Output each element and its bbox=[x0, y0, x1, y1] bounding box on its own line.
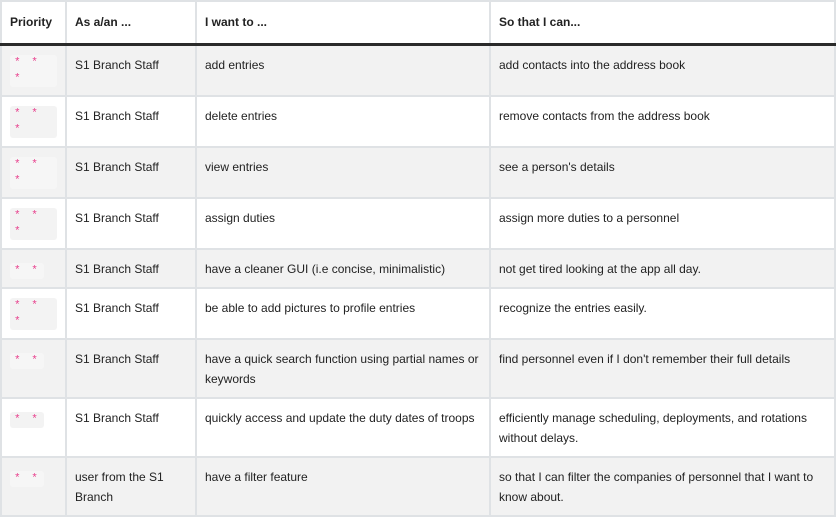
role-cell: S1 Branch Staff bbox=[65, 43, 197, 97]
benefit-cell: see a person's details bbox=[489, 146, 836, 199]
user-stories-table: Priority As a/an ... I want to ... So th… bbox=[0, 0, 836, 517]
benefit-cell: add contacts into the address book bbox=[489, 43, 836, 97]
header-priority: Priority bbox=[0, 0, 67, 46]
want-cell: be able to add pictures to profile entri… bbox=[195, 287, 491, 340]
priority-badge: * * bbox=[10, 263, 44, 279]
want-cell: have a cleaner GUI (i.e concise, minimal… bbox=[195, 248, 491, 289]
table-row: * * S1 Branch Staff quickly access and upd… bbox=[0, 397, 836, 458]
table-row: * * user from the S1 Branch have a filter … bbox=[0, 456, 836, 517]
want-cell: quickly access and update the duty dates… bbox=[195, 397, 491, 458]
table-row: * * S1 Branch Staff have a quick search fu… bbox=[0, 338, 836, 399]
role-cell: user from the S1 Branch bbox=[65, 456, 197, 517]
table-row: * * * S1 Branch Staff assign duties assign … bbox=[0, 197, 836, 250]
header-want: I want to ... bbox=[195, 0, 491, 46]
priority-badge: * * * bbox=[10, 157, 57, 189]
priority-badge: * * * bbox=[10, 208, 57, 240]
priority-cell: * * * bbox=[0, 146, 67, 199]
role-cell: S1 Branch Staff bbox=[65, 248, 197, 289]
want-cell: have a quick search function using parti… bbox=[195, 338, 491, 399]
priority-cell: * * * bbox=[0, 287, 67, 340]
benefit-cell: efficiently manage scheduling, deploymen… bbox=[489, 397, 836, 458]
priority-cell: * * * bbox=[0, 43, 67, 97]
want-cell: delete entries bbox=[195, 95, 491, 148]
benefit-cell: not get tired looking at the app all day… bbox=[489, 248, 836, 289]
priority-cell: * * * bbox=[0, 197, 67, 250]
table-row: * * * S1 Branch Staff view entries see a pe… bbox=[0, 146, 836, 199]
want-cell: have a filter feature bbox=[195, 456, 491, 517]
priority-badge: * * bbox=[10, 471, 44, 487]
priority-cell: * * bbox=[0, 456, 67, 517]
priority-cell: * * bbox=[0, 397, 67, 458]
header-role: As a/an ... bbox=[65, 0, 197, 46]
header-benefit: So that I can... bbox=[489, 0, 836, 46]
role-cell: S1 Branch Staff bbox=[65, 338, 197, 399]
priority-badge: * * * bbox=[10, 106, 57, 138]
table-row: * * * S1 Branch Staff add entries add conta… bbox=[0, 43, 836, 97]
role-cell: S1 Branch Staff bbox=[65, 146, 197, 199]
role-cell: S1 Branch Staff bbox=[65, 397, 197, 458]
benefit-cell: assign more duties to a personnel bbox=[489, 197, 836, 250]
priority-cell: * * bbox=[0, 338, 67, 399]
table-row: * * * S1 Branch Staff delete entries remove… bbox=[0, 95, 836, 148]
want-cell: add entries bbox=[195, 43, 491, 97]
table-header-row: Priority As a/an ... I want to ... So th… bbox=[0, 0, 836, 46]
priority-cell: * * * bbox=[0, 95, 67, 148]
benefit-cell: remove contacts from the address book bbox=[489, 95, 836, 148]
benefit-cell: recognize the entries easily. bbox=[489, 287, 836, 340]
want-cell: view entries bbox=[195, 146, 491, 199]
priority-badge: * * * bbox=[10, 298, 57, 330]
table-row: * * S1 Branch Staff have a cleaner GUI (i.… bbox=[0, 248, 836, 289]
table-row: * * * S1 Branch Staff be able to add pictu… bbox=[0, 287, 836, 340]
benefit-cell: so that I can filter the companies of pe… bbox=[489, 456, 836, 517]
priority-badge: * * * bbox=[10, 55, 57, 87]
priority-cell: * * bbox=[0, 248, 67, 289]
role-cell: S1 Branch Staff bbox=[65, 95, 197, 148]
priority-badge: * * bbox=[10, 412, 44, 428]
want-cell: assign duties bbox=[195, 197, 491, 250]
role-cell: S1 Branch Staff bbox=[65, 197, 197, 250]
benefit-cell: find personnel even if I don't remember … bbox=[489, 338, 836, 399]
role-cell: S1 Branch Staff bbox=[65, 287, 197, 340]
priority-badge: * * bbox=[10, 353, 44, 369]
